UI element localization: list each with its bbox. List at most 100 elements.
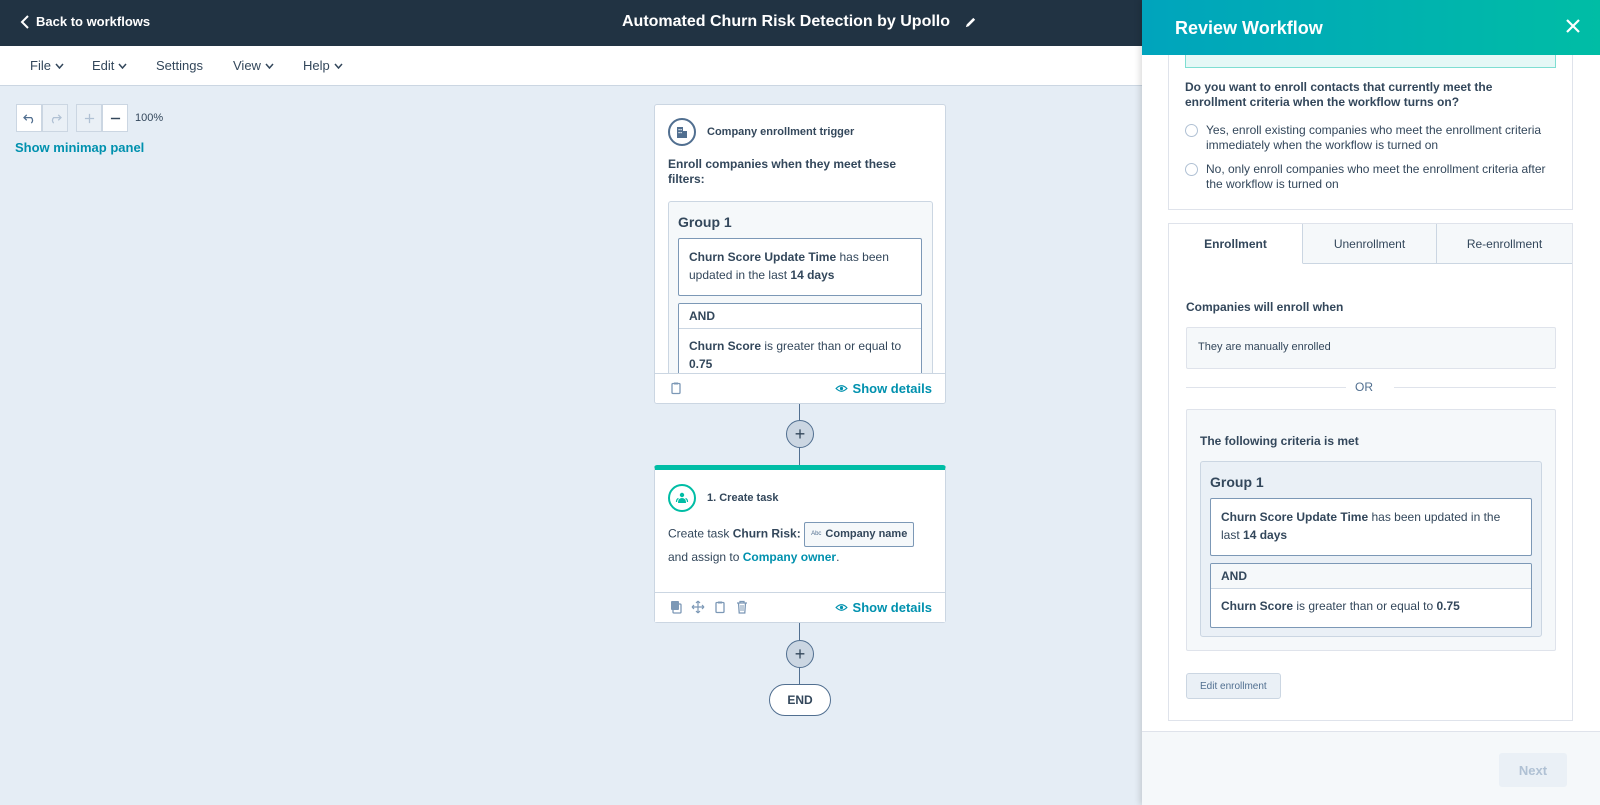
filter-churn-score: Churn Score is greater than or equal to …: [1211, 589, 1531, 623]
tab-unenrollment[interactable]: Unenrollment: [1303, 224, 1437, 264]
filter-value: 14 days: [790, 268, 835, 282]
task-card-title: 1. Create task: [707, 492, 779, 504]
plus-icon: [84, 113, 94, 123]
trash-icon[interactable]: [735, 600, 749, 614]
menu-view-label: View: [233, 58, 261, 73]
show-minimap-link[interactable]: Show minimap panel: [15, 140, 144, 155]
divider: [1186, 387, 1346, 388]
menu-settings[interactable]: Settings: [156, 58, 203, 73]
copy-icon[interactable]: [669, 600, 683, 614]
undo-button[interactable]: [16, 104, 42, 132]
panel-header: Review Workflow: [1142, 0, 1600, 55]
create-task-text: Create task: [668, 526, 730, 541]
close-icon[interactable]: [1564, 17, 1582, 35]
menu-file[interactable]: File: [30, 58, 64, 73]
filter-churn-score-update-time[interactable]: Churn Score Update Time has been updated…: [678, 238, 922, 296]
criteria-group: Group 1 Churn Score Update Time has been…: [1200, 461, 1542, 637]
chevron-left-icon: [20, 14, 29, 29]
enroll-when-label: Companies will enroll when: [1186, 300, 1344, 314]
zoom-out-button[interactable]: [102, 104, 128, 132]
or-label: OR: [1355, 380, 1373, 394]
menu-view[interactable]: View: [233, 58, 274, 73]
trigger-description: Enroll companies when they meet these fi…: [668, 157, 897, 186]
move-icon[interactable]: [691, 600, 705, 614]
and-filter-block: AND Churn Score is greater than or equal…: [1210, 563, 1532, 628]
plus-icon: +: [794, 423, 806, 444]
eye-icon: [834, 385, 848, 392]
enroll-existing-section: Do you want to enroll contacts that curr…: [1168, 55, 1573, 210]
tab-enrollment[interactable]: Enrollment: [1169, 224, 1303, 264]
back-link-label: Back to workflows: [36, 14, 151, 29]
zoom-group: [76, 104, 128, 132]
menu-help-label: Help: [303, 58, 330, 73]
period: .: [836, 550, 840, 564]
filter-operator: is greater than or equal to: [764, 339, 902, 353]
text-token-icon: Abc: [811, 531, 822, 537]
show-details-label: Show details: [852, 600, 932, 615]
show-details-button[interactable]: Show details: [834, 381, 932, 396]
filter-property: Churn Score Update Time: [689, 250, 837, 264]
task-name: Churn Risk:: [732, 526, 801, 541]
chevron-down-icon: [118, 63, 127, 69]
enroll-existing-question: Do you want to enroll contacts that curr…: [1185, 80, 1493, 109]
redo-button[interactable]: [42, 104, 68, 132]
panel-title: Review Workflow: [1175, 18, 1323, 38]
menu-bar: File Edit Settings View Help: [0, 46, 1142, 86]
divider: [1394, 387, 1556, 388]
pencil-icon[interactable]: [964, 16, 977, 29]
redo-icon: [51, 113, 62, 124]
menu-settings-label: Settings: [156, 58, 203, 73]
company-building-icon: [668, 118, 696, 146]
chevron-down-icon: [334, 63, 343, 69]
tab-reenrollment[interactable]: Re-enrollment: [1437, 224, 1572, 264]
filter-churn-score-update-time: Churn Score Update Time has been updated…: [1210, 498, 1532, 556]
company-owner-link[interactable]: Company owner: [743, 550, 836, 564]
next-button[interactable]: Next: [1499, 753, 1567, 787]
option-no[interactable]: No, only enroll companies who meet the e…: [1185, 162, 1555, 192]
trigger-group: Group 1 Churn Score Update Time has been…: [668, 201, 933, 401]
radio-button[interactable]: [1185, 124, 1198, 137]
option-yes[interactable]: Yes, enroll existing companies who meet …: [1185, 123, 1555, 153]
filter-value: 0.75: [689, 357, 713, 371]
end-node: END: [769, 684, 831, 716]
menu-help[interactable]: Help: [303, 58, 343, 73]
workflow-title: Automated Churn Risk Detection by Upollo: [622, 13, 977, 31]
minus-icon: [110, 117, 120, 119]
and-label: AND: [679, 304, 921, 329]
enrollment-tabs-section: Enrollment Unenrollment Re-enrollment Co…: [1168, 223, 1573, 721]
add-action-button[interactable]: +: [786, 640, 814, 668]
panel-footer: Next: [1142, 731, 1600, 805]
undo-icon: [22, 113, 33, 124]
and-label: AND: [1211, 564, 1531, 589]
edit-enrollment-button[interactable]: Edit enrollment: [1186, 673, 1281, 699]
assign-text: and assign to: [668, 550, 740, 564]
panel-body[interactable]: Do you want to enroll contacts that curr…: [1142, 55, 1600, 731]
radio-button[interactable]: [1185, 163, 1198, 176]
trigger-card-footer: Show details: [655, 373, 945, 403]
eye-icon: [834, 604, 848, 611]
clipboard-icon[interactable]: [713, 600, 727, 614]
workflow-title-text: Automated Churn Risk Detection by Upollo: [622, 13, 951, 30]
menu-edit[interactable]: Edit: [92, 58, 127, 73]
token-label: Company name: [825, 528, 908, 540]
criteria-label: The following criteria is met: [1200, 434, 1359, 448]
chevron-down-icon: [265, 63, 274, 69]
undo-redo-group: [16, 104, 68, 132]
trigger-card-title: Company enrollment trigger: [707, 126, 855, 138]
add-action-button[interactable]: +: [786, 420, 814, 448]
zoom-level: 100%: [135, 112, 164, 124]
back-to-workflows-link[interactable]: Back to workflows: [20, 14, 150, 29]
menu-edit-label: Edit: [92, 58, 115, 73]
info-banner: [1185, 55, 1556, 68]
company-name-token: Abc Company name: [804, 522, 915, 547]
clipboard-icon[interactable]: [669, 381, 683, 395]
enrollment-trigger-card[interactable]: Company enrollment trigger Enroll compan…: [654, 104, 946, 404]
review-workflow-panel: Review Workflow Do you want to enroll co…: [1142, 0, 1600, 805]
zoom-in-button[interactable]: [76, 104, 102, 132]
create-task-card[interactable]: 1. Create task Create task Churn Risk: A…: [654, 465, 946, 623]
filter-value: 0.75: [1436, 599, 1460, 613]
filter-value: 14 days: [1243, 528, 1288, 542]
filter-operator: is greater than or equal to: [1296, 599, 1434, 613]
show-details-button[interactable]: Show details: [834, 600, 932, 615]
option-yes-label: Yes, enroll existing companies who meet …: [1206, 123, 1542, 152]
